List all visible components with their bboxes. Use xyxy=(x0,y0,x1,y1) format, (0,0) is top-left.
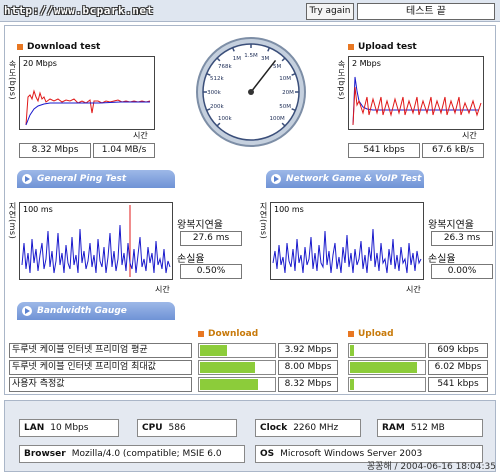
upload-ylabel: 속도(bps) xyxy=(337,60,346,101)
bandwidth-download-bar xyxy=(198,343,276,358)
try-again-button[interactable]: Try again xyxy=(306,3,354,20)
bandwidth-row-label: 두루넷 케이블 인터넷 프리미엄 평균 xyxy=(9,343,192,358)
browser-field: Browser Mozilla/4.0 (compatible; MSIE 6.0 xyxy=(19,445,245,463)
gauge-label: 768k xyxy=(218,64,232,70)
tab-network-game-voip-test[interactable]: Network Game & VoIP Test xyxy=(266,170,424,188)
bandwidth-download-bar xyxy=(198,360,276,375)
ping-ylabel: 지연(ms) xyxy=(8,202,17,240)
ping-scale: 100 ms xyxy=(23,205,53,214)
gauge-label: 5M xyxy=(273,64,281,70)
site-url[interactable]: http://www.bcpark.net xyxy=(4,4,154,17)
upload-speed-bytes: 67.6 kB/s xyxy=(422,143,484,158)
bandwidth-download-value: 8.00 Mbps xyxy=(278,360,338,375)
ping-rtt-value: 27.6 ms xyxy=(180,231,242,246)
bandwidth-upload-bar xyxy=(348,343,426,358)
bandwidth-upload-bar-fill xyxy=(350,345,354,356)
bandwidth-upload-value: 541 kbps xyxy=(428,377,488,392)
game-series xyxy=(272,228,422,274)
game-graph: 100 ms xyxy=(270,202,424,280)
bandwidth-upload-header: Upload xyxy=(348,329,394,339)
gauge-label: 300k xyxy=(207,90,221,96)
bandwidth-upload-value: 609 kbps xyxy=(428,343,488,358)
gauge-label: 50M xyxy=(279,104,291,110)
bandwidth-upload-bar-fill xyxy=(350,362,417,373)
arrow-right-icon xyxy=(22,306,32,316)
game-ylabel: 지연(ms) xyxy=(259,202,268,240)
download-series-actual xyxy=(25,89,151,126)
bullet-icon xyxy=(348,44,354,50)
download-speed-bytes: 1.04 MB/s xyxy=(93,143,155,158)
top-bar: http://www.bcpark.net Try again 테스트 끝 xyxy=(0,0,500,22)
upload-scale: 2 Mbps xyxy=(352,59,381,68)
gauge-label: 100M xyxy=(270,116,285,122)
footer-signature: 꽁꽁해 / 2004-06-16 18:04:35 xyxy=(366,462,496,472)
tab-general-ping-test[interactable]: General Ping Test xyxy=(17,170,175,188)
ping-loss-label: 손실율 xyxy=(177,254,205,265)
gauge-label: 512k xyxy=(210,76,224,82)
ping-rtt-label: 왕복지연율 xyxy=(177,220,223,231)
cpu-field: CPU 586 xyxy=(137,419,237,437)
bandwidth-download-bar-fill xyxy=(200,345,227,356)
upload-graph: 2 Mbps xyxy=(348,56,484,130)
bandwidth-upload-bar xyxy=(348,360,426,375)
arrow-right-icon xyxy=(271,174,281,184)
gauge-label: 3M xyxy=(261,56,269,62)
bandwidth-download-bar xyxy=(198,377,276,392)
download-ylabel: 속도(bps) xyxy=(8,60,17,101)
bandwidth-download-bar-fill xyxy=(200,362,255,373)
bandwidth-upload-bar xyxy=(348,377,426,392)
download-scale: 20 Mbps xyxy=(23,59,57,68)
gauge-label: 10M xyxy=(279,76,291,82)
bullet-icon xyxy=(348,331,354,337)
bandwidth-upload-bar-fill xyxy=(350,379,354,390)
speed-gauge: 100k 200k 300k 512k 768k 1M 1.5M 3M 5M 10M 20M 50M 1… xyxy=(195,36,307,148)
ram-field: RAM 512 MB xyxy=(377,419,483,437)
bullet-icon xyxy=(17,44,23,50)
upload-series-actual xyxy=(352,86,482,126)
bandwidth-download-value: 3.92 Mbps xyxy=(278,343,338,358)
download-xlabel: 시간 xyxy=(133,131,148,140)
bandwidth-download-bar-fill xyxy=(200,379,258,390)
arrow-right-icon xyxy=(22,174,32,184)
bandwidth-download-header: Download xyxy=(198,329,258,339)
gauge-label: 1.5M xyxy=(244,53,258,59)
clock-field: Clock 2260 MHz xyxy=(255,419,361,437)
ping-graph: 100 ms xyxy=(19,202,173,280)
upload-section-title: Upload test xyxy=(348,42,417,52)
game-rtt-value: 26.3 ms xyxy=(431,231,493,246)
download-graph: 20 Mbps xyxy=(19,56,155,130)
gauge-label: 100k xyxy=(218,116,232,122)
download-speed-kbps: 8.32 Mbps xyxy=(19,143,91,158)
game-xlabel: 시간 xyxy=(406,285,421,294)
bullet-icon xyxy=(198,331,204,337)
gauge-label: 200k xyxy=(210,104,224,110)
lan-field: LAN 10 Mbps xyxy=(19,419,119,437)
tab-bandwidth-gauge[interactable]: Bandwidth Gauge xyxy=(17,302,175,320)
game-loss-value: 0.00% xyxy=(431,264,493,279)
bandwidth-row-label: 사용자 측정값 xyxy=(9,377,192,392)
bandwidth-download-value: 8.32 Mbps xyxy=(278,377,338,392)
upload-speed-kbps: 541 kbps xyxy=(348,143,420,158)
ping-xlabel: 시간 xyxy=(155,285,170,294)
bandwidth-row-label: 두루넷 케이블 인터넷 프리미엄 최대값 xyxy=(9,360,192,375)
download-series-average xyxy=(25,101,150,126)
ping-loss-value: 0.50% xyxy=(180,264,242,279)
upload-xlabel: 시간 xyxy=(462,131,477,140)
test-status: 테스트 끝 xyxy=(357,3,495,20)
game-rtt-label: 왕복지연율 xyxy=(428,220,474,231)
game-loss-label: 손실율 xyxy=(428,254,456,265)
ping-series xyxy=(21,224,171,274)
results-panel: Download test 속도(bps) 20 Mbps 시간 8.32 Mb… xyxy=(4,25,496,395)
gauge-label: 1M xyxy=(233,56,241,62)
gauge-label: 20M xyxy=(282,90,294,96)
bandwidth-upload-value: 6.02 Mbps xyxy=(428,360,488,375)
download-section-title: Download test xyxy=(17,42,100,52)
game-scale: 100 ms xyxy=(274,205,304,214)
